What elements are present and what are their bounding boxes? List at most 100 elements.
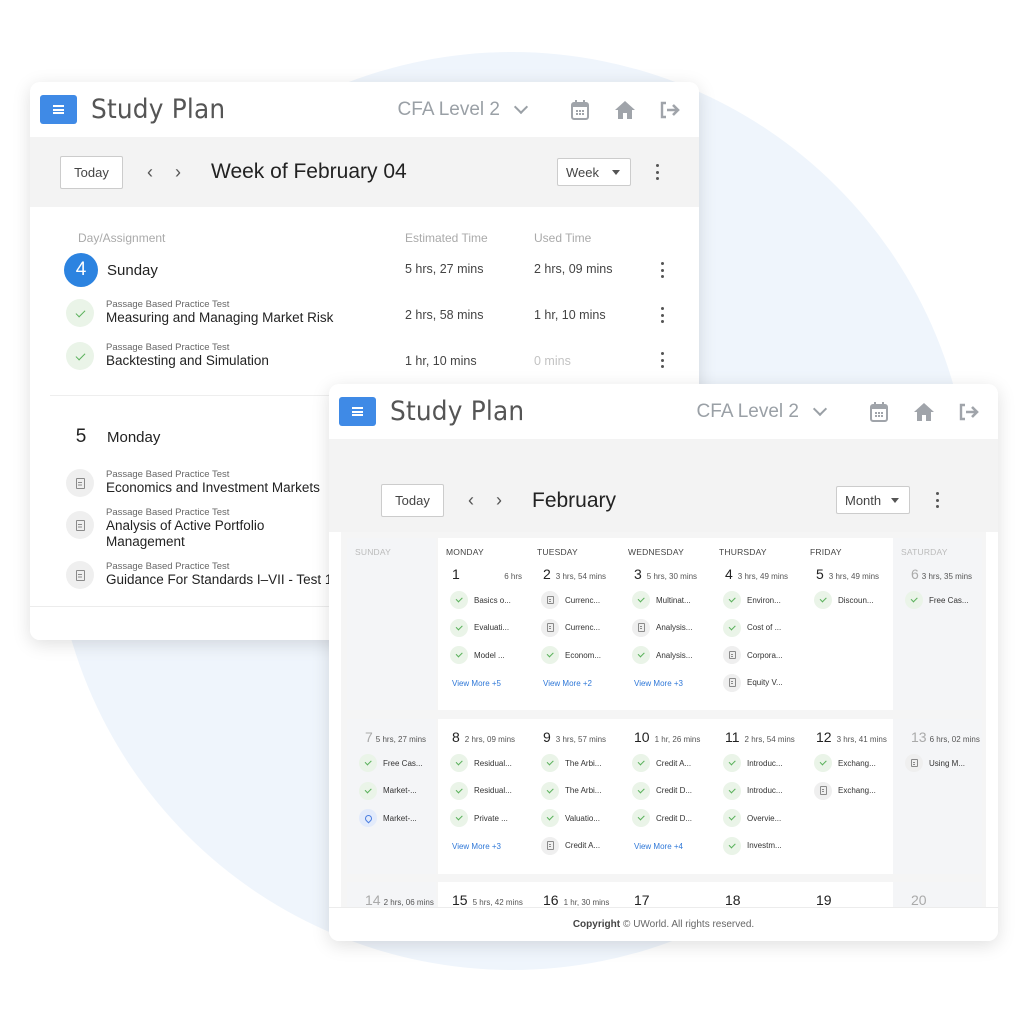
calendar-event[interactable]: Credit A... (541, 836, 600, 855)
calendar-day-cell[interactable]: 15 5 hrs, 42 mins (438, 882, 529, 907)
calendar-day-cell[interactable]: THURSDAY 4 3 hrs, 49 mins Environ... Cost of… (711, 538, 802, 710)
prev-week-button[interactable]: ‹ (145, 162, 155, 183)
view-select[interactable]: Week (557, 158, 631, 186)
assignment-row[interactable]: Passage Based Practice Test Backtesting a… (66, 342, 689, 370)
prev-month-button[interactable]: ‹ (466, 490, 476, 511)
assignment-more-button[interactable] (656, 350, 668, 370)
logout-button[interactable] (956, 399, 982, 425)
menu-button[interactable] (339, 397, 376, 426)
calendar-event[interactable]: Corpora... (723, 646, 783, 664)
calendar-event[interactable]: The Arbi... (541, 754, 601, 772)
calendar-event[interactable]: Residual... (450, 754, 512, 772)
level-selector[interactable]: CFA Level 2 (696, 400, 828, 423)
period-title: February (532, 488, 617, 512)
menu-button[interactable] (40, 95, 77, 124)
calendar-day-cell[interactable]: 14 2 hrs, 06 mins (347, 882, 436, 907)
calendar-event[interactable]: Using M... (905, 754, 965, 772)
calendar-event[interactable]: Credit D... (632, 809, 692, 827)
calendar-day-cell[interactable]: 12 3 hrs, 41 mins Exchang... Exchang... (802, 719, 893, 874)
calendar-event[interactable]: Currenc... (541, 618, 600, 637)
logout-button[interactable] (657, 97, 683, 123)
calendar-day-cell[interactable]: WEDNESDAY 3 5 hrs, 30 mins Multinat... Analy… (620, 538, 711, 710)
calendar-event[interactable]: Overvie... (723, 809, 781, 827)
view-more-link[interactable]: View More +2 (543, 679, 592, 688)
calendar-event[interactable]: Currenc... (541, 591, 600, 609)
calendar-day-cell[interactable]: SUNDAY (347, 538, 436, 710)
next-month-button[interactable]: › (494, 490, 504, 511)
calendar-day-cell[interactable]: 11 2 hrs, 54 mins Introduc... Introduc... Ov… (711, 719, 802, 874)
assignment-name: Guidance For Standards I–VII - Test 1 (106, 572, 333, 587)
level-selector[interactable]: CFA Level 2 (398, 99, 529, 121)
calendar-event[interactable]: Market-... (359, 809, 417, 827)
calendar-event[interactable]: Basics o... (450, 591, 511, 609)
calendar-day-cell[interactable]: 75 hrs, 27 mins Free Cas... Market-... Mark… (347, 719, 436, 874)
calendar-day-cell[interactable]: 17 (620, 882, 711, 907)
calendar-event[interactable]: Exchang... (814, 781, 876, 800)
view-more-link[interactable]: View More +3 (452, 842, 501, 851)
calendar-event[interactable]: Exchang... (814, 754, 876, 772)
day-hours: 3 hrs, 41 mins (836, 735, 887, 744)
completed-check-icon (723, 618, 741, 637)
calendar-event[interactable]: Credit A... (632, 754, 691, 772)
calendar-day-cell[interactable]: 19 (802, 882, 893, 907)
calendar-event[interactable]: Analysis... (632, 646, 692, 664)
calendar-event[interactable]: Evaluati... (450, 618, 509, 637)
calendar-event[interactable]: The Arbi... (541, 781, 601, 800)
calendar-day-cell[interactable]: TUESDAY 2 3 hrs, 54 mins Currenc... Currenc.… (529, 538, 620, 710)
calendar-event[interactable]: Equity V... (723, 673, 783, 692)
calendar-event[interactable]: Introduc... (723, 781, 783, 800)
calendar-button[interactable] (866, 399, 892, 425)
calendar-event[interactable]: Credit D... (632, 781, 692, 800)
document-icon (905, 754, 923, 772)
calendar-day-cell[interactable]: MONDAY 1 6 hrs Basics o... Evaluati... Model … (438, 538, 529, 710)
calendar-day-cell[interactable]: 20 (893, 882, 982, 907)
view-more-link[interactable]: View More +3 (634, 679, 683, 688)
calendar-event[interactable]: Free Cas... (905, 591, 969, 609)
day-name: Sunday (107, 261, 158, 279)
home-button[interactable] (911, 399, 937, 425)
assignment-more-button[interactable] (656, 305, 668, 325)
calendar-event[interactable]: Econom... (541, 646, 601, 664)
today-button[interactable]: Today (60, 155, 123, 189)
view-more-link[interactable]: View More +5 (452, 679, 501, 688)
calendar-day-cell[interactable]: 13 6 hrs, 02 mins Using M... (893, 719, 982, 874)
calendar-button[interactable] (567, 97, 593, 123)
calendar-day-cell[interactable]: 10 1 hr, 26 mins Credit A... Credit D... Cre… (620, 719, 711, 874)
calendar-event[interactable]: Investm... (723, 836, 782, 855)
calendar-event[interactable]: Free Cas... (359, 754, 423, 772)
completed-check-icon (632, 646, 650, 664)
calendar-day-cell[interactable]: 16 1 hr, 30 mins (529, 882, 620, 907)
calendar-event[interactable]: Environ... (723, 591, 781, 609)
calendar-event[interactable]: Model ... (450, 646, 505, 664)
calendar-event[interactable]: Valuatio... (541, 809, 600, 827)
calendar-day-cell[interactable]: 8 2 hrs, 09 mins Residual... Residual... Pri… (438, 719, 529, 874)
day-number: 19 (816, 892, 832, 907)
calendar-event[interactable]: Multinat... (632, 591, 691, 609)
calendar-event[interactable]: Private ... (450, 809, 508, 827)
calendar-event[interactable]: Analysis... (632, 618, 692, 637)
level-label: CFA Level 2 (696, 400, 799, 422)
calendar-day-cell[interactable]: 18 (711, 882, 802, 907)
calendar-day-cell[interactable]: 9 3 hrs, 57 mins The Arbi... The Arbi... Val… (529, 719, 620, 874)
toolbar-more-button[interactable] (931, 490, 943, 510)
assignment-row[interactable]: Passage Based Practice Test Measuring and… (66, 299, 689, 327)
view-select[interactable]: Month (836, 486, 910, 514)
calendar-day-cell[interactable]: FRIDAY 5 3 hrs, 49 mins Discoun... (802, 538, 893, 710)
day-more-button[interactable] (656, 260, 668, 280)
next-week-button[interactable]: › (173, 162, 183, 183)
day-number-badge: 4 (64, 253, 98, 287)
completed-check-icon (450, 754, 468, 772)
toolbar-more-button[interactable] (651, 162, 663, 182)
event-label: The Arbi... (565, 758, 602, 768)
view-more-link[interactable]: View More +4 (634, 842, 683, 851)
month-toolbar: Today ‹ › February Month (329, 439, 998, 532)
calendar-event[interactable]: Introduc... (723, 754, 783, 772)
home-button[interactable] (612, 97, 638, 123)
today-button[interactable]: Today (381, 484, 444, 517)
calendar-event[interactable]: Discoun... (814, 591, 874, 609)
calendar-event[interactable]: Residual... (450, 781, 512, 800)
calendar-event[interactable]: Market-... (359, 781, 417, 800)
calendar-event[interactable]: Cost of ... (723, 618, 781, 637)
calendar-day-cell[interactable]: SATURDAY 6 3 hrs, 35 mins Free Cas... (893, 538, 982, 710)
day-number-text: 13 (911, 729, 927, 745)
